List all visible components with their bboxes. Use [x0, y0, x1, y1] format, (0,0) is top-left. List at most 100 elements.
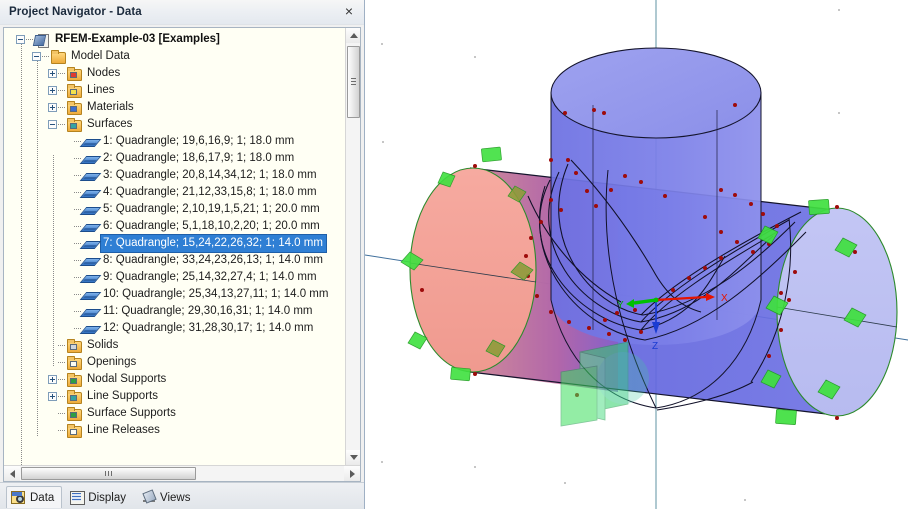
- tree-item-label: Solids: [87, 339, 119, 351]
- tab-display[interactable]: Display: [64, 486, 134, 508]
- tree-item-surface[interactable]: 1: Quadrangle; 19,6,16,9; 1; 18.0 mm: [4, 133, 345, 150]
- tab-data[interactable]: Data: [6, 486, 63, 508]
- scroll-left-button[interactable]: [4, 466, 20, 481]
- tree-item-line-releases[interactable]: Line Releases: [4, 422, 345, 439]
- tree-item-solids[interactable]: Solids: [4, 337, 345, 354]
- tree-item-label: Line Releases: [87, 424, 160, 436]
- tree-item-label: 8: Quadrangle; 33,24,23,26,13; 1; 14.0 m…: [103, 254, 323, 266]
- tree-item-label: 3: Quadrangle; 20,8,14,34,12; 1; 18.0 mm: [103, 169, 317, 181]
- vertical-scroll-thumb[interactable]: [347, 46, 360, 118]
- expander-plus-icon[interactable]: [48, 86, 57, 95]
- scroll-right-button[interactable]: [344, 466, 360, 481]
- tree-item-label: Materials: [87, 101, 134, 113]
- tree-item-materials[interactable]: Materials: [4, 99, 345, 116]
- expander-minus-icon[interactable]: [32, 52, 41, 61]
- data-icon: [11, 490, 27, 505]
- tree-item-label: Nodes: [87, 67, 121, 79]
- tree-item-label: Nodal Supports: [87, 373, 167, 385]
- model-data-subfolders[interactable]: Solids Openings Nodal Supports Line Support…: [4, 337, 345, 439]
- data-tree[interactable]: RFEM-Example-03 [Examples] Model Data No…: [4, 28, 345, 465]
- tree-item-surface[interactable]: 7: Quadrangle; 15,24,22,26,32; 1; 14.0 m…: [4, 234, 345, 253]
- tree-item-line-supports[interactable]: Line Supports: [4, 388, 345, 405]
- horizontal-scroll-thumb[interactable]: [21, 467, 196, 480]
- branch-top-cap-surface: [550, 47, 762, 139]
- tree-scroll-zone: RFEM-Example-03 [Examples] Model Data No…: [4, 28, 360, 465]
- surface-icon: [82, 288, 98, 302]
- tree-item-label: RFEM-Example-03 [Examples]: [55, 33, 220, 45]
- close-icon[interactable]: ×: [340, 3, 358, 21]
- display-icon: [69, 490, 86, 505]
- expander-plus-icon[interactable]: [48, 392, 57, 401]
- expander-plus-icon[interactable]: [48, 375, 57, 384]
- model-3d-viewport[interactable]: X Y Z: [365, 0, 908, 509]
- tree-item-label: 5: Quadrangle; 2,10,19,1,5,21; 1; 20.0 m…: [103, 203, 320, 215]
- tree-item-surfaces-folder[interactable]: Surfaces: [4, 116, 345, 133]
- tab-label: Data: [30, 491, 55, 504]
- tree-item-surface[interactable]: 10: Quadrangle; 25,34,13,27,11; 1; 14.0 …: [4, 286, 345, 303]
- model-3d-canvas[interactable]: X Y Z: [365, 0, 908, 509]
- tree-item-label: 1: Quadrangle; 19,6,16,9; 1; 18.0 mm: [103, 135, 295, 147]
- tree-item-label: 12: Quadrangle; 31,28,30,17; 1; 14.0 mm: [103, 322, 314, 334]
- tree-item-surface[interactable]: 11: Quadrangle; 29,30,16,31; 1; 14.0 mm: [4, 303, 345, 320]
- project-navigator-panel: Project Navigator - Data × RFEM-Example-…: [0, 0, 365, 509]
- tree-item-surface[interactable]: 5: Quadrangle; 2,10,19,1,5,21; 1; 20.0 m…: [4, 201, 345, 218]
- tree-item-label: 10: Quadrangle; 25,34,13,27,11; 1; 14.0 …: [103, 288, 329, 300]
- navigator-tab-bar[interactable]: Data Display Views: [0, 482, 364, 509]
- tab-views[interactable]: Views: [136, 486, 198, 508]
- expander-plus-icon[interactable]: [48, 69, 57, 78]
- folder-lines-icon: [66, 83, 82, 98]
- folder-solids-icon: [66, 338, 82, 353]
- surface-icon: [82, 135, 98, 149]
- tree-item-surface[interactable]: 3: Quadrangle; 20,8,14,34,12; 1; 18.0 mm: [4, 167, 345, 184]
- panel-title-bar: Project Navigator - Data ×: [0, 0, 364, 25]
- axis-x-label: X: [721, 293, 728, 304]
- panel-title: Project Navigator - Data: [9, 6, 142, 18]
- axis-y-label: Y: [617, 300, 624, 311]
- views-icon: [141, 490, 157, 505]
- tree-item-surface[interactable]: 6: Quadrangle; 5,1,18,10,2,20; 1; 20.0 m…: [4, 218, 345, 235]
- tree-item-label: 7: Quadrangle; 15,24,22,26,32; 1; 14.0 m…: [100, 234, 327, 253]
- tree-horizontal-scrollbar[interactable]: [4, 465, 360, 481]
- tree-item-surface-supports[interactable]: Surface Supports: [4, 405, 345, 422]
- tree-item-nodal-supports[interactable]: Nodal Supports: [4, 371, 345, 388]
- folder-icon: [50, 49, 66, 64]
- folder-openings-icon: [66, 355, 82, 370]
- axis-z-label: Z: [652, 341, 658, 352]
- expander-minus-icon[interactable]: [16, 35, 25, 44]
- folder-nodes-icon: [66, 66, 82, 81]
- project-document-icon: [34, 33, 50, 48]
- scroll-down-button[interactable]: [346, 450, 360, 465]
- folder-surfaces-icon: [66, 117, 82, 132]
- tree-item-surface[interactable]: 12: Quadrangle; 31,28,30,17; 1; 14.0 mm: [4, 320, 345, 337]
- surface-icon: [82, 322, 98, 336]
- tree-item-surface[interactable]: 8: Quadrangle; 33,24,23,26,13; 1; 14.0 m…: [4, 252, 345, 269]
- surface-icon: [82, 254, 98, 268]
- tree-item-openings[interactable]: Openings: [4, 354, 345, 371]
- tab-label: Views: [160, 491, 191, 504]
- tree-item-label: Lines: [87, 84, 115, 96]
- surface-list[interactable]: 1: Quadrangle; 19,6,16,9; 1; 18.0 mm 2: Q…: [4, 133, 345, 337]
- folder-line-releases-icon: [66, 423, 82, 438]
- tree-item-label: 11: Quadrangle; 29,30,16,31; 1; 14.0 mm: [103, 305, 313, 317]
- rfem-application-window: Project Navigator - Data × RFEM-Example-…: [0, 0, 908, 509]
- tree-item-label: Line Supports: [87, 390, 158, 402]
- tree-item-surface[interactable]: 4: Quadrangle; 21,12,33,15,8; 1; 18.0 mm: [4, 184, 345, 201]
- tree-item-model-data[interactable]: Model Data: [4, 48, 345, 65]
- tree-item-surface[interactable]: 2: Quadrangle; 18,6,17,9; 1; 18.0 mm: [4, 150, 345, 167]
- tree-item-label: 6: Quadrangle; 5,1,18,10,2,20; 1; 20.0 m…: [103, 220, 320, 232]
- tree-item-surface[interactable]: 9: Quadrangle; 25,14,32,27,4; 1; 14.0 mm: [4, 269, 345, 286]
- tree-item-label: 9: Quadrangle; 25,14,32,27,4; 1; 14.0 mm: [103, 271, 317, 283]
- surface-icon: [82, 169, 98, 183]
- tree-item-nodes[interactable]: Nodes: [4, 65, 345, 82]
- tree-item-lines[interactable]: Lines: [4, 82, 345, 99]
- folder-nodal-supports-icon: [66, 372, 82, 387]
- tree-item-project-root[interactable]: RFEM-Example-03 [Examples]: [4, 31, 345, 48]
- tab-label: Display: [88, 491, 127, 504]
- tree-vertical-scrollbar[interactable]: [345, 28, 360, 465]
- expander-plus-icon[interactable]: [48, 103, 57, 112]
- surface-icon: [82, 237, 98, 251]
- surface-icon: [82, 271, 98, 285]
- scroll-up-button[interactable]: [346, 28, 360, 43]
- right-end-cap-surface: [776, 207, 898, 417]
- expander-minus-icon[interactable]: [48, 120, 57, 129]
